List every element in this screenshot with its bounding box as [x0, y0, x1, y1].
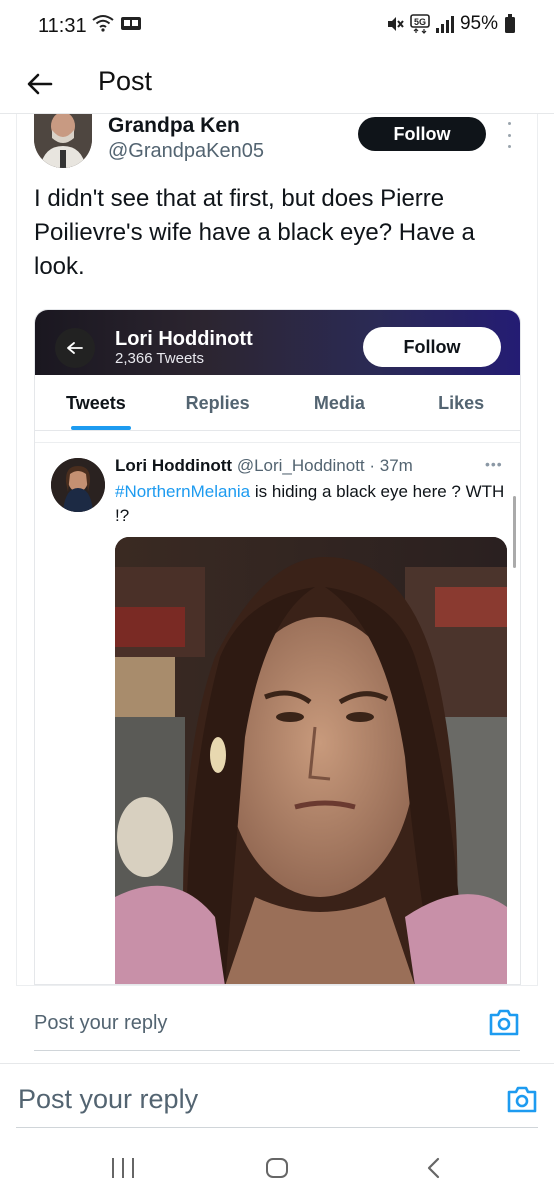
status-bar: 11:31 5G 95%	[0, 0, 554, 56]
svg-text:5G: 5G	[414, 17, 426, 27]
divider	[0, 1063, 554, 1064]
divider	[34, 1050, 520, 1051]
embedded-tweet-header: Lori Hoddinott @Lori_Hoddinott · 37m	[115, 456, 413, 475]
arrow-left-icon	[27, 73, 53, 95]
embedded-tab-media: Media	[313, 393, 365, 413]
battery-icon	[505, 14, 515, 33]
home-icon[interactable]	[266, 1158, 288, 1178]
embedded-profile-banner: Lori Hoddinott 2,366 Tweets Follow	[35, 310, 520, 375]
embedded-more-icon: •••	[485, 456, 503, 472]
reply-input-main[interactable]: Post your reply	[18, 1084, 198, 1115]
embedded-tab-tweets: Tweets	[35, 375, 157, 430]
5g-icon: 5G	[410, 14, 430, 34]
embedded-avatar	[51, 458, 105, 512]
wifi-icon	[92, 15, 114, 32]
embedded-photo	[115, 537, 507, 984]
battery-percent: 95%	[459, 13, 498, 34]
mute-icon	[387, 17, 404, 31]
back-button[interactable]	[22, 66, 58, 102]
recent-apps-icon[interactable]	[112, 1158, 134, 1178]
embedded-tweet-handle: @Lori_Hoddinott	[236, 456, 365, 475]
embedded-follow-button: Follow	[363, 327, 501, 367]
signal-icon	[435, 15, 454, 33]
embedded-tab-replies: Replies	[185, 393, 250, 413]
embedded-tweet-name: Lori Hoddinott	[115, 456, 233, 475]
camera-icon[interactable]	[506, 1084, 538, 1114]
author-handle[interactable]: @GrandpaKen05	[108, 140, 264, 163]
follow-button[interactable]: Follow	[358, 117, 486, 151]
embedded-tweet-text: #NorthernMelania is hiding a black eye h…	[115, 480, 515, 528]
embedded-scrollbar	[513, 496, 516, 568]
page-title: Post	[98, 66, 153, 96]
camera-icon[interactable]	[488, 1007, 520, 1037]
divider	[35, 442, 520, 443]
author-name[interactable]: Grandpa Ken	[108, 114, 240, 138]
embedded-tab-likes: Likes	[438, 393, 485, 413]
embedded-screenshot[interactable]: Lori Hoddinott 2,366 Tweets Follow Tweet…	[34, 309, 521, 985]
app-header: Post	[0, 56, 554, 114]
divider	[16, 1127, 538, 1128]
status-left-icons	[92, 14, 142, 32]
embedded-tweet-time: 37m	[379, 456, 413, 475]
status-right-icons: 5G 95%	[386, 13, 516, 35]
embedded-tabs: Tweets Replies Media Likes	[35, 375, 520, 431]
nfc-icon	[121, 17, 141, 30]
embedded-hashtag: #NorthernMelania	[115, 482, 251, 501]
embedded-tweet-count: 2,366 Tweets	[115, 350, 204, 367]
tweet-text: I didn't see that at first, but does Pie…	[34, 185, 475, 280]
more-options-icon[interactable]	[500, 122, 518, 148]
embedded-profile-name: Lori Hoddinott	[115, 328, 253, 350]
status-time: 11:31	[38, 15, 87, 37]
embedded-back-icon	[55, 328, 95, 368]
chevron-left-icon[interactable]	[424, 1157, 444, 1179]
reply-input[interactable]: Post your reply	[34, 1012, 167, 1035]
